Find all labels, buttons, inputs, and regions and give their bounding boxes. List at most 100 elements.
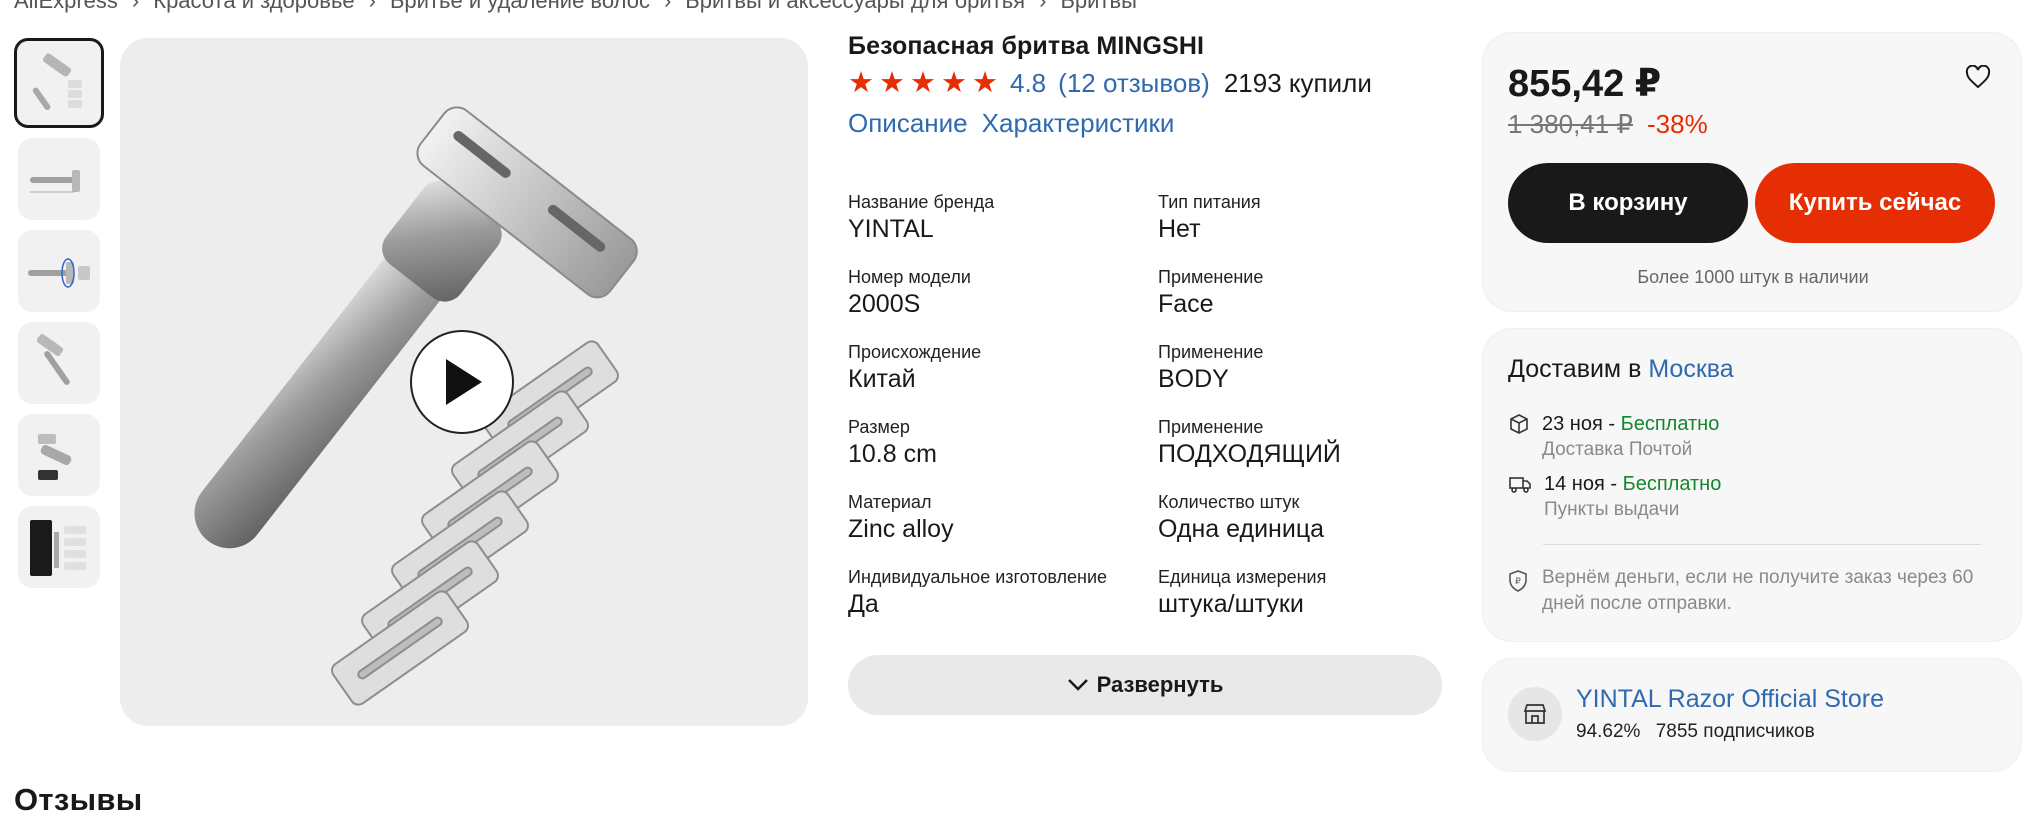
shield-icon: ₽ (1509, 570, 1527, 592)
delivery-date: 23 ноя - (1542, 413, 1621, 435)
store-rating: 94.62% (1576, 721, 1641, 742)
product-tabs: Описание Характеристики (848, 108, 1174, 139)
spec-item: Применение ПОДХОДЯЩИЙ (1158, 415, 1448, 469)
spec-label: Происхождение (848, 342, 982, 362)
expand-specs-button[interactable]: Развернуть (848, 655, 1442, 715)
thumbnail-image[interactable] (18, 230, 100, 312)
stock-info: Более 1000 штук в наличии (1637, 267, 1869, 287)
spec-value: ПОДХОДЯЩИЙ (1158, 440, 1341, 468)
store-stats: 94.62% 7855 подписчиков (1576, 721, 1815, 743)
chevron-right-icon: › (663, 0, 672, 13)
delivery-option[interactable]: 23 ноя - Бесплатно Доставка Почтой (1508, 413, 1719, 461)
play-icon (446, 359, 482, 405)
add-to-cart-button[interactable]: В корзину (1508, 163, 1748, 243)
discount-badge: -38% (1647, 109, 1708, 139)
breadcrumb-item[interactable]: Бритвы и аксессуары для бритья (685, 0, 1025, 14)
spec-value: Нет (1158, 215, 1201, 243)
spec-label: Номер модели (848, 267, 971, 287)
delivery-price: Бесплатно (1620, 413, 1720, 435)
svg-text:₽: ₽ (1515, 577, 1521, 587)
spec-label: Применение (1158, 267, 1264, 287)
thumbnail-image[interactable] (18, 322, 100, 404)
product-image[interactable] (120, 38, 808, 726)
spec-item: Применение Face (1158, 265, 1448, 319)
spec-value: BODY (1158, 365, 1229, 393)
star-icon: ★ (972, 67, 998, 99)
buy-now-button[interactable]: Купить сейчас (1755, 163, 1995, 243)
delivery-method: Пункты выдачи (1544, 499, 1680, 520)
breadcrumb-item[interactable]: Бритвы (1060, 0, 1137, 14)
star-icon: ★ (910, 67, 936, 99)
spec-value: YINTAL (848, 215, 934, 243)
refund-guarantee: ₽ Вернём деньги, если не получите заказ … (1508, 565, 1988, 617)
spec-label: Тип питания (1158, 192, 1261, 212)
play-video-button[interactable] (410, 330, 514, 434)
price-card: 855,42 ₽ 1 380,41 ₽ -38% В корзину Купит… (1482, 32, 2022, 312)
sold-count: 2193 купили (1223, 68, 1372, 98)
city-selector[interactable]: Москва (1648, 355, 1733, 383)
spec-value: штука/штуки (1158, 590, 1304, 618)
star-icon: ★ (879, 67, 905, 99)
star-icon: ★ (941, 67, 967, 99)
specs-grid: Название бренда YINTAL Тип питания Нет Ном… (848, 190, 1448, 619)
spec-label: Единица измерения (1158, 567, 1327, 587)
rating-value[interactable]: 4.8 (1010, 68, 1046, 99)
spec-value: Китай (848, 365, 916, 393)
store-card[interactable]: YINTAL Razor Official Store 94.62% 7855 … (1482, 658, 2022, 772)
spec-label: Размер (848, 417, 910, 437)
spec-item: Размер 10.8 cm (848, 415, 1158, 469)
spec-label: Индивидуальное изготовление (848, 567, 1108, 587)
thumbnail-list (14, 38, 106, 598)
thumbnail-image[interactable] (18, 506, 100, 588)
delivery-card: Доставим в Москва 23 ноя - Бесплатно Дос… (1482, 328, 2022, 642)
delivery-option[interactable]: 14 ноя - Бесплатно Пункты выдачи (1508, 473, 1721, 521)
spec-label: Название бренда (848, 192, 995, 212)
reviews-heading: Отзывы (14, 782, 143, 817)
truck-icon (1509, 477, 1531, 493)
spec-value: 10.8 cm (848, 440, 937, 468)
breadcrumb-item[interactable]: Красота и здоровье (153, 0, 354, 14)
chevron-right-icon: › (368, 0, 376, 13)
store-followers: 7855 подписчиков (1655, 721, 1815, 742)
spec-label: Материал (848, 492, 932, 512)
spec-item: Номер модели 2000S (848, 265, 1158, 319)
chevron-right-icon: › (1039, 0, 1047, 13)
breadcrumb-item[interactable]: Бритье и удаление волос (390, 0, 650, 14)
delivery-title: Доставим в Москва (1508, 355, 1734, 384)
thumbnail-image[interactable] (14, 38, 104, 128)
spec-value: Да (848, 590, 879, 618)
heart-icon[interactable] (1965, 64, 1991, 94)
breadcrumb: AliExpress › Красота и здоровье › Бритье и… (14, 0, 1137, 14)
tab-description[interactable]: Описание (848, 108, 968, 139)
spec-item: Индивидуальное изготовление Да (848, 565, 1158, 619)
spec-item: Единица измерения штука/штуки (1158, 565, 1448, 619)
product-title: Безопасная бритва MINGSHI (848, 32, 1205, 60)
divider (1543, 544, 1981, 545)
spec-value: Face (1158, 290, 1214, 318)
delivery-price: Бесплатно (1622, 473, 1722, 495)
expand-label: Развернуть (1096, 672, 1224, 697)
spec-label: Применение (1158, 417, 1264, 437)
spec-value: 2000S (848, 290, 921, 318)
store-name-link[interactable]: YINTAL Razor Official Store (1576, 685, 1884, 714)
chevron-down-icon (1067, 679, 1088, 691)
breadcrumb-item[interactable]: AliExpress (14, 0, 118, 14)
reviews-link[interactable]: (12 отзывов) (1058, 68, 1210, 99)
spec-label: Применение (1158, 342, 1264, 362)
star-icon: ★ (848, 67, 874, 99)
delivery-title-prefix: Доставим в (1508, 355, 1642, 383)
spec-item: Название бренда YINTAL (848, 190, 1158, 244)
box-icon (1510, 414, 1528, 434)
store-icon (1508, 687, 1562, 741)
spec-item: Тип питания Нет (1158, 190, 1448, 244)
chevron-right-icon: › (131, 0, 140, 13)
spec-item: Применение BODY (1158, 340, 1448, 394)
tab-specifications[interactable]: Характеристики (982, 108, 1175, 139)
spec-value: Одна единица (1158, 515, 1325, 543)
refund-text: Вернём деньги, если не получите заказ че… (1542, 567, 1974, 614)
spec-item: Количество штук Одна единица (1158, 490, 1448, 544)
delivery-method: Доставка Почтой (1542, 439, 1693, 460)
thumbnail-image[interactable] (18, 138, 100, 220)
thumbnail-image[interactable] (18, 414, 100, 496)
spec-label: Количество штук (1158, 492, 1300, 512)
